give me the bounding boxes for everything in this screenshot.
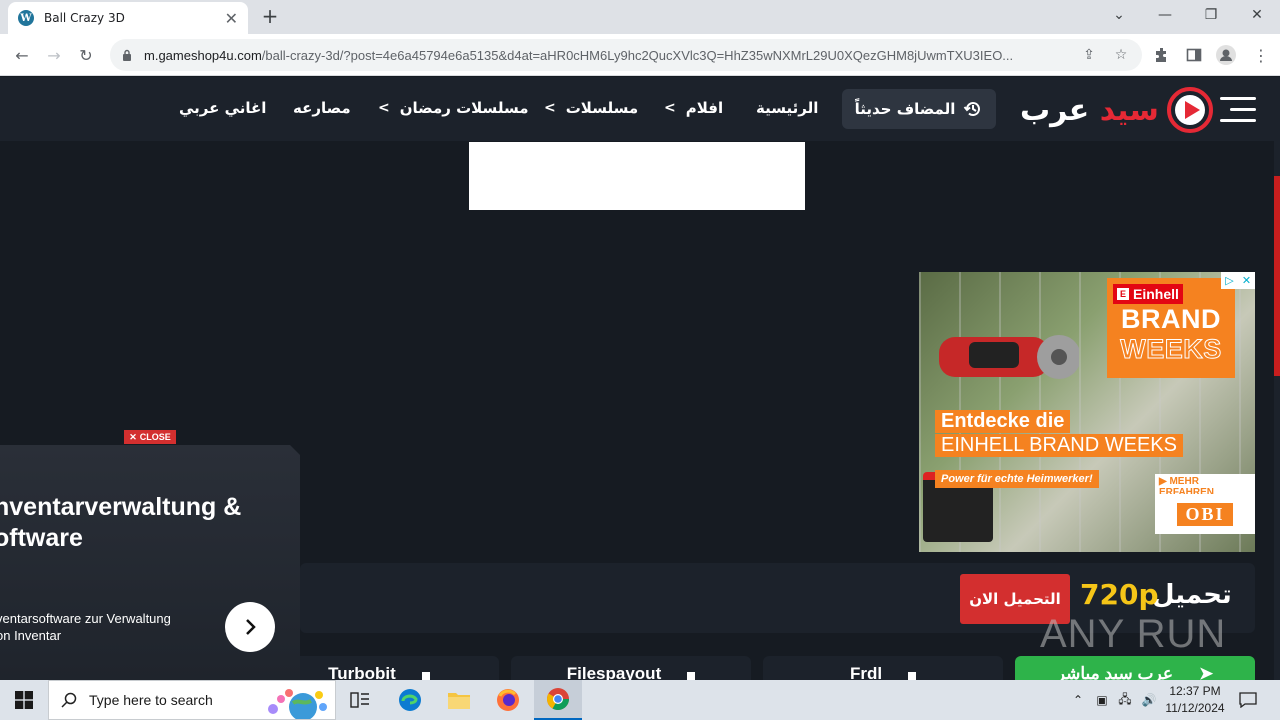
- security-tray-icon[interactable]: ▣: [1092, 680, 1112, 720]
- blank-ad-slot: [469, 142, 805, 210]
- ad-close-icon[interactable]: ✕: [1238, 272, 1255, 289]
- site-header: سيد عرب المضاف حديثاً الرئيسية < افلام < م…: [0, 77, 1274, 141]
- browser-tab[interactable]: W Ball Crazy 3D ✕: [8, 2, 248, 34]
- ad-subheadline: EINHELL BRAND WEEKS: [935, 434, 1183, 457]
- back-icon[interactable]: ←: [9, 42, 35, 68]
- start-button[interactable]: [0, 680, 48, 720]
- nav-home[interactable]: الرئيسية: [756, 99, 818, 117]
- chrome-icon[interactable]: [534, 680, 582, 720]
- recently-added-button[interactable]: المضاف حديثاً: [842, 89, 996, 129]
- scrollbar-thumb[interactable]: [1274, 176, 1280, 376]
- side-panel-icon[interactable]: [1181, 42, 1207, 68]
- recent-label: المضاف حديثاً: [854, 100, 956, 118]
- adchoices-icon[interactable]: ▷: [1221, 272, 1238, 289]
- brand-weeks-panel: E Einhell BRAND WEEKS: [1107, 278, 1235, 378]
- volume-icon[interactable]: 🔊: [1138, 680, 1160, 720]
- history-icon: [964, 102, 981, 117]
- task-view-icon[interactable]: [336, 680, 384, 720]
- share-icon[interactable]: ⇪: [1078, 44, 1100, 66]
- minimize-button[interactable]: —: [1142, 0, 1188, 30]
- anyrun-watermark: ANY RUN: [1040, 612, 1227, 656]
- windows-taskbar: Type here to search ⌃ ▣ 🖧 🔊 12:37 PM 11/…: [0, 680, 1280, 720]
- nav-wrestling[interactable]: مصارعه: [293, 99, 351, 117]
- nav-series[interactable]: < مسلسلات: [544, 99, 638, 117]
- nav-movies[interactable]: < افلام: [664, 99, 723, 117]
- clock-time: 12:37 PM: [1169, 684, 1221, 698]
- ad-choices[interactable]: ▷ ✕: [1221, 272, 1255, 289]
- site-logo[interactable]: سيد عرب: [1020, 85, 1213, 135]
- network-icon[interactable]: 🖧: [1114, 680, 1136, 720]
- tab-close-icon[interactable]: ✕: [225, 9, 238, 28]
- tab-strip: W Ball Crazy 3D ✕ + ⌄ — ❐ ✕: [0, 0, 1280, 34]
- bullet-icon: [687, 672, 696, 680]
- scrollbar-track[interactable]: [1274, 77, 1280, 680]
- bullet-icon: [908, 672, 917, 680]
- chevron-icon: <: [378, 100, 390, 116]
- show-hidden-icons[interactable]: ⌃: [1066, 680, 1090, 720]
- download-label: تحميل: [1152, 580, 1232, 610]
- ad-title: nventarverwaltung & oftware: [0, 493, 242, 552]
- chevron-right-icon: [246, 619, 256, 635]
- weeks-line: WEEKS: [1120, 334, 1222, 365]
- ad-headline: Entdecke die: [935, 410, 1071, 433]
- lock-icon[interactable]: [120, 48, 134, 62]
- extensions-icon[interactable]: [1149, 42, 1175, 68]
- ad-tagline: Power für echte Heimwerker!: [935, 470, 1099, 488]
- einhell-ad-banner[interactable]: E Einhell BRAND WEEKS Entdecke die EINHEL…: [919, 272, 1255, 552]
- logo-white-text: عرب: [1020, 92, 1090, 128]
- einhell-logo-text: Einhell: [1133, 286, 1179, 302]
- chevron-icon: <: [664, 100, 676, 116]
- clock-date: 11/12/2024: [1165, 701, 1225, 715]
- url-text: m.gameshop4u.com/ball-crazy-3d/?post=4e6…: [144, 47, 1014, 63]
- profile-avatar-icon[interactable]: [1213, 42, 1239, 68]
- obi-logo: OBI: [1155, 494, 1255, 534]
- nav-arabic-songs[interactable]: اغاني عربي: [179, 99, 266, 117]
- tab-search-icon[interactable]: ⌄: [1096, 0, 1142, 30]
- browser-toolbar: ← → ↻ m.gameshop4u.com/ball-crazy-3d/?po…: [0, 34, 1280, 76]
- brand-line: BRAND: [1121, 304, 1221, 334]
- system-clock[interactable]: 12:37 PM 11/12/2024: [1164, 683, 1226, 717]
- ad-close-button[interactable]: ✕ CLOSE: [124, 430, 176, 444]
- edge-icon[interactable]: [386, 680, 434, 720]
- bullet-icon: [421, 672, 430, 680]
- hamburger-menu-icon[interactable]: [1220, 97, 1256, 123]
- search-highlight-image: [268, 689, 327, 719]
- chevron-icon: <: [544, 100, 556, 116]
- firefox-icon[interactable]: [484, 680, 532, 720]
- search-icon: [61, 692, 77, 708]
- wordpress-icon: W: [18, 10, 34, 26]
- windows-logo-icon: [15, 691, 33, 709]
- ad-description: ventarsoftware zur Verwaltung on Inventar: [0, 611, 171, 643]
- logo-play-icon: [1166, 87, 1213, 133]
- ad-next-button[interactable]: [225, 602, 275, 652]
- bookmark-star-icon[interactable]: ☆: [1110, 44, 1132, 66]
- notifications-icon[interactable]: [1234, 680, 1262, 720]
- angle-grinder-image: [939, 335, 1079, 379]
- address-bar[interactable]: m.gameshop4u.com/ball-crazy-3d/?post=4e6…: [110, 39, 1142, 71]
- menu-kebab-icon[interactable]: ⋮: [1248, 42, 1274, 68]
- reload-icon[interactable]: ↻: [73, 42, 99, 68]
- taskbar-search[interactable]: Type here to search: [48, 680, 336, 720]
- close-icon: ✕: [129, 431, 137, 442]
- search-placeholder: Type here to search: [89, 692, 213, 708]
- file-explorer-icon[interactable]: [435, 680, 483, 720]
- nav-ramadan-series[interactable]: < مسلسلات رمضان: [378, 99, 529, 117]
- new-tab-button[interactable]: +: [258, 4, 282, 28]
- forward-icon[interactable]: →: [41, 42, 67, 68]
- restore-button[interactable]: ❐: [1188, 0, 1234, 30]
- quality-label: 720p: [1080, 578, 1159, 611]
- tab-title: Ball Crazy 3D: [44, 11, 125, 25]
- close-window-button[interactable]: ✕: [1234, 0, 1280, 30]
- logo-red-text: سيد: [1099, 92, 1159, 128]
